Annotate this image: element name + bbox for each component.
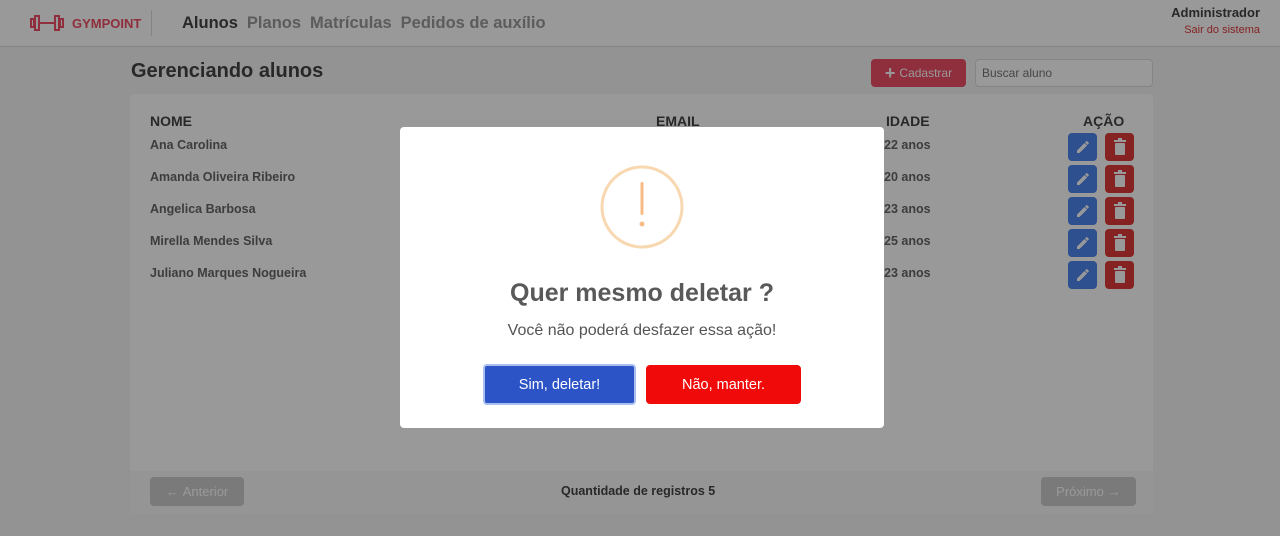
confirm-delete-dialog: Quer mesmo deletar ? Você não poderá des… xyxy=(400,127,884,428)
cancel-delete-button[interactable]: Não, manter. xyxy=(646,365,801,404)
warning-icon xyxy=(600,165,684,249)
dialog-message: Você não poderá desfazer essa ação! xyxy=(507,322,777,339)
dialog-title: Quer mesmo deletar ? xyxy=(510,279,774,307)
confirm-delete-button[interactable]: Sim, deletar! xyxy=(483,364,636,405)
